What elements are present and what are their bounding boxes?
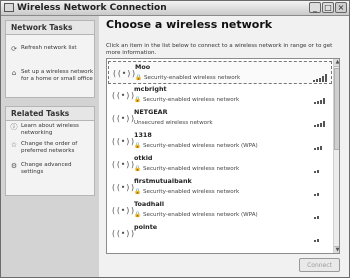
settings-icon: ⚙ <box>10 162 18 170</box>
network-list-scrollbar[interactable]: ▲ ▼ <box>333 59 339 253</box>
network-item-otkid[interactable]: ((•)) otkid 🔒 Security-enabled wireless n… <box>108 153 332 176</box>
network-security: Unsecured wireless network <box>134 120 213 126</box>
wireless-icon: ((•)) <box>111 160 136 169</box>
network-ssid: NETGEAR <box>134 108 168 116</box>
network-security: 🔒 Security-enabled wireless network <box>134 97 240 103</box>
star-icon: ☆ <box>10 141 18 149</box>
wireless-icon: ((•)) <box>111 183 136 192</box>
signal-strength-icon <box>314 211 328 219</box>
network-security: 🔒 Security-enabled wireless network (WPA) <box>134 212 258 218</box>
lock-icon: 🔒 <box>134 143 141 149</box>
wireless-icon: ((•)) <box>111 91 136 100</box>
network-tasks-panel: Network Tasks ⟳ Refresh network list ⌂ S… <box>5 20 95 98</box>
wireless-network-connection-window: Wireless Network Connection _ □ × Networ… <box>0 0 350 278</box>
network-ssid: Moo <box>135 63 151 71</box>
wireless-icon: ((•)) <box>111 229 136 238</box>
info-icon: ⓘ <box>10 123 18 131</box>
refresh-icon: ⟳ <box>11 45 17 53</box>
lock-icon: 🔒 <box>134 97 141 103</box>
network-item-toadhall[interactable]: ((•)) Toadhall 🔒 Security-enabled wireles… <box>108 199 332 222</box>
scroll-up-arrow-icon[interactable]: ▲ <box>334 59 339 67</box>
signal-strength-icon <box>314 188 328 196</box>
related-tasks-panel: Related Tasks ⓘ Learn about wireless net… <box>5 106 95 196</box>
minimize-button[interactable]: _ <box>309 2 321 13</box>
network-item-netgear[interactable]: ((•)) NETGEAR Unsecured wireless network <box>108 107 332 130</box>
title-bar: Wireless Network Connection _ □ × <box>1 1 349 16</box>
network-list-items: ((•)) Moo 🔒 Security-enabled wireless net… <box>107 59 333 253</box>
network-ssid: mcbright <box>134 85 167 93</box>
signal-strength-icon <box>314 165 328 173</box>
close-button[interactable]: × <box>335 2 347 13</box>
signal-strength-icon <box>314 142 328 150</box>
lock-icon: 🔒 <box>134 212 141 218</box>
wireless-icon: ((•)) <box>111 114 136 123</box>
network-ssid: firstmutualbank <box>134 177 192 185</box>
signal-strength-icon <box>314 96 328 104</box>
signal-strength-icon <box>313 74 327 82</box>
sidebar: Network Tasks ⟳ Refresh network list ⌂ S… <box>1 16 99 277</box>
main-pane: Choose a wireless network Click an item … <box>99 16 349 277</box>
signal-strength-icon <box>314 234 328 242</box>
network-ssid: Toadhall <box>134 200 165 208</box>
network-security: 🔒 Security-enabled wireless network <box>135 75 241 81</box>
maximize-button[interactable]: □ <box>322 2 334 13</box>
network-ssid: otkid <box>134 154 153 162</box>
network-item-mcbright[interactable]: ((•)) mcbright 🔒 Security-enabled wireles… <box>108 84 332 107</box>
signal-strength-icon <box>314 119 328 127</box>
lock-icon: 🔒 <box>134 166 141 172</box>
scroll-thumb[interactable] <box>334 68 339 150</box>
lock-icon: 🔒 <box>134 189 141 195</box>
network-item-pointe[interactable]: ((•)) pointe <box>108 222 332 245</box>
network-ssid: 1318 <box>134 131 152 139</box>
network-app-icon <box>4 3 14 12</box>
scroll-down-arrow-icon[interactable]: ▼ <box>334 246 339 253</box>
network-security: 🔒 Security-enabled wireless network <box>134 166 240 172</box>
network-item-moo[interactable]: ((•)) Moo 🔒 Security-enabled wireless net… <box>108 61 332 84</box>
instructions-text: Click an item in the list below to conne… <box>106 43 333 56</box>
network-security: 🔒 Security-enabled wireless network (WPA) <box>134 143 258 149</box>
network-security: 🔒 Security-enabled wireless network <box>134 189 240 195</box>
network-item-firstmutualbank[interactable]: ((•)) firstmutualbank 🔒 Security-enabled … <box>108 176 332 199</box>
setup-network-icon: ⌂ <box>11 69 17 77</box>
lock-icon: 🔒 <box>135 75 142 81</box>
network-list: ((•)) Moo 🔒 Security-enabled wireless net… <box>106 58 340 254</box>
network-tasks-heading: Network Tasks <box>6 21 94 35</box>
connect-button[interactable]: Connect <box>299 258 340 272</box>
wireless-icon: ((•)) <box>111 137 136 146</box>
page-title: Choose a wireless network <box>106 18 273 31</box>
wireless-icon: ((•)) <box>111 206 136 215</box>
window-title: Wireless Network Connection <box>17 3 167 13</box>
wireless-icon: ((•)) <box>112 69 137 78</box>
network-ssid: pointe <box>134 223 158 231</box>
related-tasks-heading: Related Tasks <box>6 107 94 121</box>
network-item-1318[interactable]: ((•)) 1318 🔒 Security-enabled wireless ne… <box>108 130 332 153</box>
